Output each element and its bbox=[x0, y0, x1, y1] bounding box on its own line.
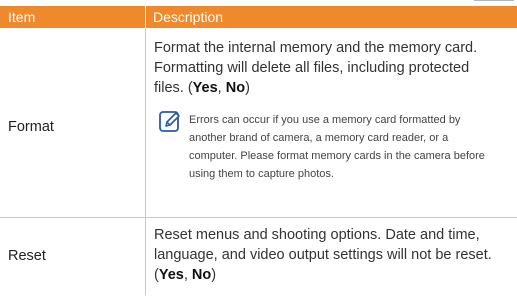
header-description: Description bbox=[153, 9, 224, 25]
table-row-reset: Reset Reset menus and shooting options. … bbox=[0, 218, 517, 295]
table-row-format: Format Format the internal memory and th… bbox=[0, 28, 517, 218]
item-cell: Format bbox=[0, 28, 146, 217]
page-edge-line bbox=[474, 0, 514, 4]
header-item: Item bbox=[8, 9, 36, 25]
table-header: Item Description bbox=[0, 6, 517, 28]
no-option: No bbox=[225, 80, 246, 96]
description-reset: Reset menus and shooting options. Date a… bbox=[154, 227, 492, 283]
yes-option: Yes bbox=[158, 267, 184, 283]
header-divider bbox=[145, 6, 146, 28]
item-cell: Reset bbox=[0, 218, 146, 295]
settings-table: Item Description Format Format the inter… bbox=[0, 6, 517, 295]
description-format: Format the internal memory and the memor… bbox=[154, 40, 478, 96]
description-cell: Reset menus and shooting options. Date a… bbox=[154, 225, 497, 285]
note-box: Errors can occur if you use a memory car… bbox=[154, 107, 497, 201]
item-label-format: Format bbox=[8, 119, 54, 135]
yes-option: Yes bbox=[192, 80, 218, 96]
description-cell: Format the internal memory and the memor… bbox=[154, 38, 497, 201]
note-text: Errors can occur if you use a memory car… bbox=[189, 114, 485, 180]
no-option: No bbox=[191, 267, 212, 283]
note-pencil-icon bbox=[159, 111, 180, 132]
item-label-reset: Reset bbox=[8, 248, 46, 264]
